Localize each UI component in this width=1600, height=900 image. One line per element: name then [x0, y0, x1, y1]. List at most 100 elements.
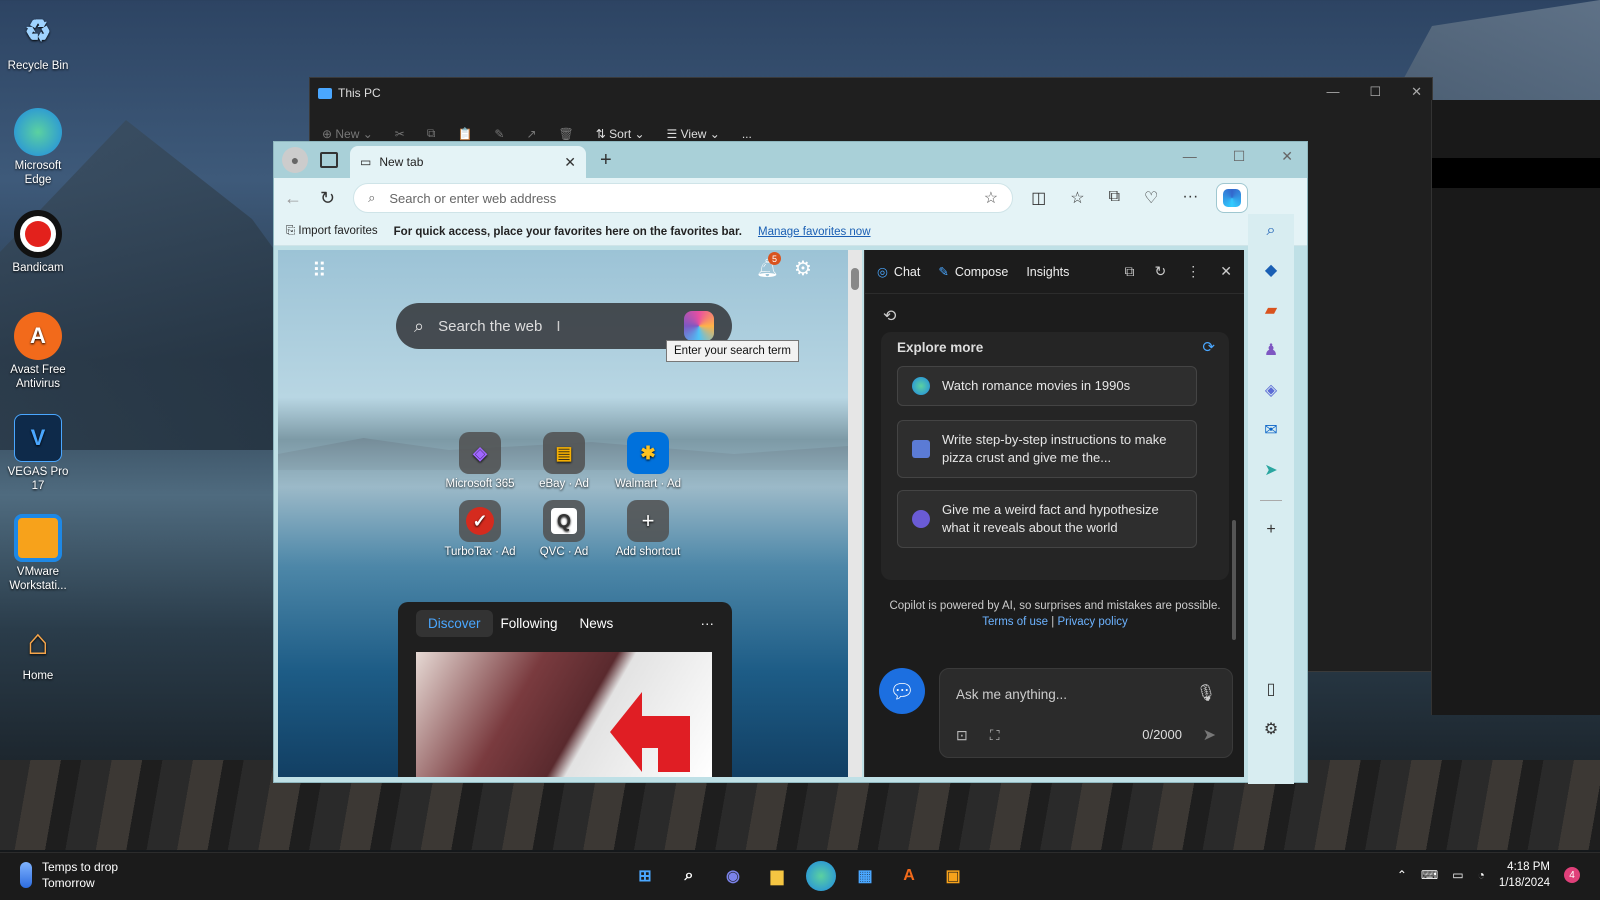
outlook-icon[interactable]: ✉	[1264, 420, 1277, 440]
screenshot-icon[interactable]: ⛶	[990, 727, 1000, 744]
suggestion-3[interactable]: Give me a weird fact and hypothesize wha…	[897, 490, 1197, 548]
new-tab-button[interactable]: +	[600, 149, 612, 172]
search-icon[interactable]: ⌕	[1267, 222, 1276, 240]
tab-news[interactable]: News	[580, 616, 614, 631]
browser-essentials-icon[interactable]: ♡	[1144, 188, 1158, 208]
m365-icon[interactable]: ◈	[1265, 380, 1277, 400]
tab-following[interactable]: Following	[501, 616, 558, 631]
refresh-icon[interactable]: ↻	[1155, 263, 1167, 280]
ask-input[interactable]: Ask me anything... 🎙︎ ⊡ ⛶ 0/2000 ➤	[939, 668, 1233, 758]
vmware-icon[interactable]: ▣	[938, 861, 968, 891]
copilot-search-icon[interactable]	[684, 311, 714, 341]
microphone-icon[interactable]: 🎙︎	[1196, 683, 1216, 703]
shortcut-walmart[interactable]: ✱ Walmart · Ad	[606, 432, 690, 490]
shortcut-ebay[interactable]: ▤ eBay · Ad	[522, 432, 606, 490]
shopping-tag-icon[interactable]: ◆	[1265, 260, 1277, 280]
privacy-policy-link[interactable]: Privacy policy	[1057, 616, 1127, 628]
add-sidebar-app-icon[interactable]: +	[1266, 521, 1275, 539]
hide-sidebar-icon[interactable]: ▯	[1267, 679, 1276, 699]
desktop-icon-vmware[interactable]: VMware Workstati...	[2, 514, 74, 593]
copilot-scrollbar[interactable]	[1232, 520, 1236, 640]
scrollbar-thumb[interactable]	[851, 268, 859, 290]
import-favorites-button[interactable]: ⎘ Import favorites	[286, 225, 378, 238]
desktop-icon-bandicam[interactable]: Bandicam	[2, 210, 74, 275]
favorite-star-icon[interactable]: ☆	[984, 188, 998, 208]
weather-widget[interactable]: Temps to drop Tomorrow	[20, 859, 118, 891]
minimize-icon[interactable]: —	[1326, 84, 1339, 100]
feed-more-button[interactable]: ···	[701, 616, 715, 631]
terms-of-use-link[interactable]: Terms of use	[982, 616, 1048, 628]
add-image-icon[interactable]: ⊡	[956, 727, 968, 744]
cut-icon[interactable]: ✂	[395, 127, 405, 141]
copilot-button[interactable]	[1216, 183, 1249, 213]
feed-card-image[interactable]	[416, 652, 712, 777]
close-panel-icon[interactable]: ✕	[1220, 263, 1232, 280]
display-icon[interactable]: ▭	[1452, 868, 1463, 882]
share-icon[interactable]: ↗	[526, 127, 536, 141]
desktop-icon-edge[interactable]: Microsoft Edge	[2, 108, 74, 187]
collections-icon[interactable]: ⧉	[1109, 188, 1120, 208]
desktop-icon-home[interactable]: ⌂ Home	[2, 618, 74, 683]
split-screen-icon[interactable]: ◫	[1031, 188, 1046, 208]
network-volume-icon[interactable]: ◔	[1478, 868, 1485, 882]
desktop-icon-vegas[interactable]: V VEGAS Pro 17	[2, 414, 74, 493]
maximize-icon[interactable]: ☐	[1369, 84, 1381, 100]
teams-icon[interactable]: ◉	[718, 861, 748, 891]
page-scrollbar[interactable]	[848, 250, 862, 777]
back-icon[interactable]: ←	[284, 188, 302, 209]
edge-icon[interactable]	[806, 861, 836, 891]
history-icon[interactable]: ⟲	[883, 306, 896, 326]
desktop-icon-recycle-bin[interactable]: ♻ Recycle Bin	[2, 8, 74, 73]
edge-window[interactable]: ● ▭ New tab ✕ + — ☐ ✕ ← ↻ ⌕ Search or en…	[273, 141, 1308, 784]
new-button[interactable]: ⊕ New ⌄	[322, 127, 373, 141]
more-button[interactable]: ...	[742, 127, 752, 141]
page-settings-gear-icon[interactable]: ⚙	[794, 256, 812, 281]
search-icon[interactable]: ⌕	[674, 861, 704, 891]
rename-icon[interactable]: ✎	[494, 127, 504, 141]
clock[interactable]: 4:18 PM 1/18/2024	[1499, 859, 1550, 891]
tab-actions-icon[interactable]	[320, 152, 338, 168]
paste-icon[interactable]: 📋	[457, 127, 472, 141]
refresh-icon[interactable]: ↻	[320, 188, 335, 209]
shortcut-qvc[interactable]: Q QVC · Ad	[522, 500, 606, 558]
drop-icon[interactable]: ➤	[1264, 460, 1277, 480]
new-topic-button[interactable]: 💬︎	[879, 668, 925, 714]
tab-chat[interactable]: ◎ Chat	[877, 264, 920, 279]
notification-center-badge[interactable]: 4	[1564, 867, 1580, 883]
store-icon[interactable]: ▦	[850, 861, 880, 891]
manage-favorites-link[interactable]: Manage favorites now	[758, 226, 871, 238]
refresh-suggestions-icon[interactable]: ⟳	[1202, 338, 1215, 356]
close-icon[interactable]: ✕	[1281, 148, 1293, 165]
shortcut-turbotax[interactable]: ✓ TurboTax · Ad	[438, 500, 522, 558]
keyboard-icon[interactable]: ⌨	[1421, 868, 1438, 882]
delete-icon[interactable]: 🗑	[559, 127, 574, 141]
desktop-icon-avast[interactable]: A Avast Free Antivirus	[2, 312, 74, 391]
view-button[interactable]: ☰ View ⌄	[667, 127, 720, 141]
suggestion-1[interactable]: Watch romance movies in 1990s	[897, 366, 1197, 406]
chevron-up-icon[interactable]: ⌃	[1397, 868, 1407, 882]
maximize-icon[interactable]: ☐	[1233, 148, 1246, 165]
more-options-icon[interactable]: ⋮	[1186, 263, 1200, 280]
copy-icon[interactable]: ⧉	[427, 126, 436, 141]
close-icon[interactable]: ✕	[1411, 84, 1422, 100]
shortcut-add[interactable]: + Add shortcut	[606, 500, 690, 558]
profile-avatar[interactable]: ●	[282, 147, 308, 173]
games-icon[interactable]: ♟	[1264, 340, 1278, 360]
sort-button[interactable]: ⇅ Sort ⌄	[596, 127, 645, 141]
avast-icon[interactable]: A	[894, 861, 924, 891]
app-launcher-icon[interactable]: ⠿	[312, 258, 327, 283]
tab-discover[interactable]: Discover	[416, 610, 493, 637]
favorites-icon[interactable]: ☆	[1070, 188, 1084, 208]
close-tab-icon[interactable]: ✕	[564, 154, 576, 171]
send-icon[interactable]: ➤	[1203, 725, 1216, 745]
tab-new-tab[interactable]: ▭ New tab ✕	[350, 146, 586, 178]
sidebar-settings-icon[interactable]: ⚙	[1264, 719, 1278, 739]
tools-icon[interactable]: ▰	[1265, 300, 1277, 320]
minimize-icon[interactable]: —	[1183, 148, 1197, 165]
tab-compose[interactable]: ✎ Compose	[938, 264, 1008, 279]
start-icon[interactable]: ⊞	[630, 861, 660, 891]
url-input[interactable]: ⌕ Search or enter web address ☆	[353, 183, 1014, 213]
open-in-new-icon[interactable]: ⧉	[1125, 263, 1135, 280]
shortcut-microsoft-365[interactable]: ◈ Microsoft 365	[438, 432, 522, 490]
file-explorer-icon[interactable]: ▆	[762, 861, 792, 891]
